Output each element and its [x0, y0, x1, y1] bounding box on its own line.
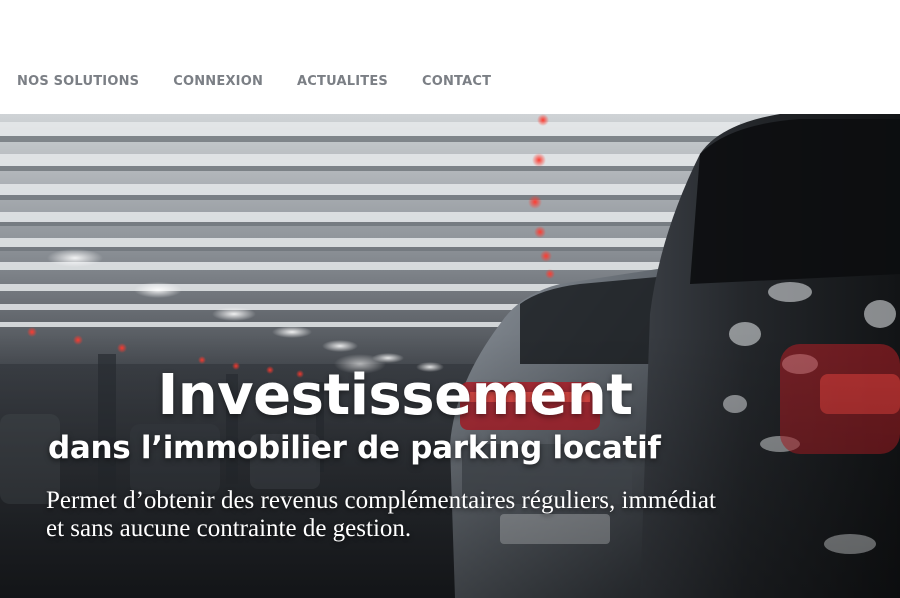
- main-nav: NOS SOLUTIONS CONNEXION ACTUALITES CONTA…: [17, 74, 491, 89]
- nav-item-contact[interactable]: CONTACT: [422, 74, 491, 89]
- nav-item-connexion[interactable]: CONNEXION: [173, 74, 263, 89]
- hero-section: Investissement dans l’immobilier de park…: [0, 114, 900, 598]
- nav-item-actualites[interactable]: ACTUALITES: [297, 74, 388, 89]
- hero-title: Investissement: [157, 363, 633, 428]
- hero-subtitle: dans l’immobilier de parking locatif: [48, 430, 661, 466]
- nav-item-nos-solutions[interactable]: NOS SOLUTIONS: [17, 74, 139, 89]
- top-navigation-bar: NOS SOLUTIONS CONNEXION ACTUALITES CONTA…: [0, 0, 900, 114]
- hero-description: Permet d’obtenir des revenus complémenta…: [46, 487, 716, 542]
